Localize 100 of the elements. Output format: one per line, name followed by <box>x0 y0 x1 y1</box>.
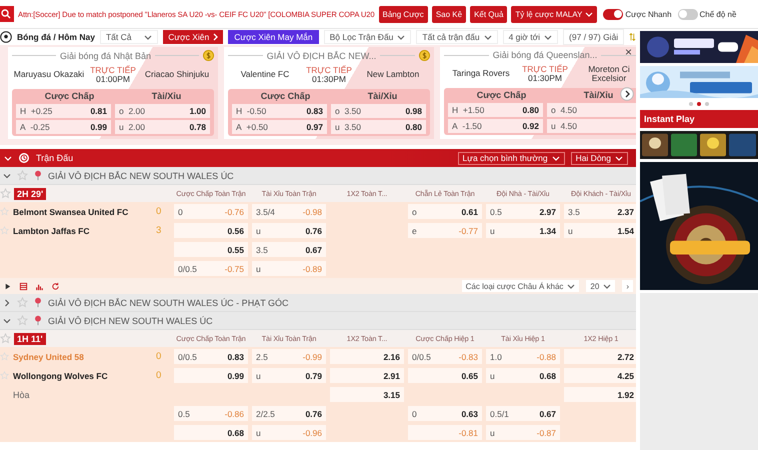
odds-button[interactable]: u 0.68 <box>486 368 560 383</box>
odds-button[interactable]: 0.68 <box>174 425 248 440</box>
top-button[interactable]: Sao Kê <box>432 6 466 22</box>
odds-button[interactable]: 4.25 <box>564 368 638 383</box>
filter-dropdown[interactable]: Bộ Lọc Trận Đấu <box>324 30 412 44</box>
toggle-switch[interactable] <box>603 8 624 20</box>
filter-dropdown[interactable]: 4 giờ tới <box>502 30 558 44</box>
odds-button[interactable]: H -0.50 0.83 <box>232 104 327 118</box>
odds-button[interactable]: A +0.50 0.97 <box>232 120 327 134</box>
top-button[interactable]: Kết Quả <box>470 6 508 22</box>
odds-button[interactable]: 0.99 <box>174 368 248 383</box>
play-icon[interactable] <box>3 282 12 290</box>
league-count[interactable]: (97 / 97) Giải <box>563 29 624 45</box>
odds-button[interactable]: 0/0.5 -0.75 <box>174 261 248 276</box>
expanded-chevron-icon[interactable] <box>3 172 11 180</box>
toggle-label: Cược Nhanh <box>625 10 672 18</box>
odds-button[interactable]: 0.5 -0.86 <box>174 406 248 421</box>
view-dropdown[interactable]: Lựa chọn bình thường <box>458 152 565 164</box>
league-row[interactable]: GIẢI VÔ ĐỊCH BẮC NEW SOUTH WALES ÚC - PHẠT GÓC <box>0 294 636 312</box>
odds-button[interactable]: 2.91 <box>330 368 404 383</box>
odds-button[interactable]: 3.5/4 -0.98 <box>252 204 326 219</box>
odds-button[interactable]: 2.16 <box>330 349 404 364</box>
odds-button[interactable]: A -1.50 0.92 <box>448 119 543 133</box>
star-icon[interactable] <box>17 297 28 308</box>
odds-button[interactable]: o 3.50 0.98 <box>331 104 426 118</box>
star-icon[interactable] <box>17 315 28 326</box>
odds-button[interactable]: 2/2.5 0.76 <box>252 406 326 421</box>
odds-button[interactable]: u 0.79 <box>252 368 326 383</box>
lucky-parlay-button[interactable]: Cược Xiên May Mắn <box>228 30 319 44</box>
more-bets-dropdown[interactable]: Các loại cược Châu Á khác <box>462 280 580 292</box>
collapsed-chevron-icon[interactable] <box>3 298 11 306</box>
star-icon[interactable] <box>0 333 11 344</box>
caret-icon <box>144 34 152 40</box>
next-arrow-button[interactable] <box>620 87 634 101</box>
odds-button[interactable]: 0 -0.76 <box>174 204 248 219</box>
odds-button[interactable]: u 3.50 0.80 <box>331 120 426 134</box>
odds-button[interactable]: u 4.50 <box>547 119 636 133</box>
odds-button[interactable]: 0/0.5 -0.83 <box>408 349 482 364</box>
refresh-icon[interactable] <box>51 282 60 290</box>
odds-button[interactable]: 3.5 2.37 <box>564 204 638 219</box>
carousel-dot[interactable] <box>705 102 709 106</box>
carousel-dot[interactable] <box>689 102 693 106</box>
odds-button[interactable]: o 2.00 1.00 <box>115 104 210 118</box>
featured-match-card[interactable]: GIẢI VÔ ĐỊCH BẮC NEW... Valentine FC TRỰC TIẾP 01:30PM New Lambton Cược Chấp Tài/Xỉu H -0.50 0.83 o 3.50 0.98 A +0.50 0.97 u 3.50 0.80 <box>224 47 434 139</box>
odds-button[interactable]: H +1.50 0.80 <box>448 103 543 117</box>
odds-button[interactable]: H +0.25 0.81 <box>16 104 111 118</box>
odds-button[interactable]: 0.55 <box>174 242 248 257</box>
score: 3 <box>156 225 162 236</box>
team-name: Sydney United 58 <box>13 352 85 362</box>
odds-button[interactable]: o 0.61 <box>408 204 482 219</box>
sort-icon[interactable] <box>629 31 636 43</box>
top-button[interactable]: Tỷ lệ cược MALAY <box>511 6 598 22</box>
star-icon[interactable] <box>0 207 9 216</box>
next-page-button[interactable]: › <box>622 280 633 292</box>
close-button[interactable]: × <box>624 45 632 59</box>
odds-button[interactable]: u 1.34 <box>486 223 560 238</box>
odds-button[interactable]: 0.5 2.97 <box>486 204 560 219</box>
odds-button[interactable]: u 1.54 <box>564 223 638 238</box>
stats-icon[interactable] <box>35 282 44 290</box>
odds-button[interactable]: u -0.89 <box>252 261 326 276</box>
odds-button[interactable]: 3.5 0.67 <box>252 242 326 257</box>
odds-button[interactable]: u 2.00 0.78 <box>115 120 210 134</box>
kickoff-time: 01:30PM <box>312 75 346 84</box>
carousel-dot[interactable] <box>697 102 701 106</box>
odds-button[interactable]: 3.15 <box>330 387 404 402</box>
market-dropdown[interactable]: Tất Cả <box>100 30 158 44</box>
odds-button[interactable]: u -0.96 <box>252 425 326 440</box>
odds-button[interactable]: 1.0 -0.88 <box>486 349 560 364</box>
score: 0 <box>156 351 162 362</box>
odds-button[interactable]: 0/0.5 0.83 <box>174 349 248 364</box>
odds-button[interactable]: A -0.25 0.99 <box>16 120 111 134</box>
odds-button[interactable]: 2.72 <box>564 349 638 364</box>
star-icon[interactable] <box>0 352 9 361</box>
expanded-chevron-icon[interactable] <box>3 316 11 324</box>
filter-dropdown[interactable]: Tất cả trận đấu <box>416 30 498 44</box>
star-icon[interactable] <box>0 188 11 199</box>
star-icon[interactable] <box>0 226 9 235</box>
star-icon[interactable] <box>0 371 9 380</box>
odds-button[interactable]: 0.56 <box>174 223 248 238</box>
odds-button[interactable]: o 4.50 <box>547 103 636 117</box>
league-row[interactable]: GIẢI VÔ ĐỊCH BẮC NEW SOUTH WALES ÚC <box>0 167 636 185</box>
top-button[interactable]: Bảng Cược <box>378 6 428 22</box>
odds-button[interactable]: 0.5/1 0.67 <box>486 406 560 421</box>
odds-button[interactable]: u -0.87 <box>486 425 560 440</box>
toggle-label: Chế độ nề <box>700 10 736 18</box>
odds-button[interactable]: u 0.76 <box>252 223 326 238</box>
list-icon[interactable] <box>19 282 28 290</box>
parlay-button[interactable]: Cược Xiên <box>163 30 224 44</box>
league-row[interactable]: GIẢI VÔ ĐỊCH NEW SOUTH WALES ÚC <box>0 312 636 330</box>
star-icon[interactable] <box>17 170 28 181</box>
search-icon[interactable] <box>0 6 14 22</box>
toggle-switch[interactable] <box>678 8 698 20</box>
odds-button[interactable]: e -0.77 <box>408 223 482 238</box>
page-size-dropdown[interactable]: 20 <box>586 280 616 292</box>
odds-button[interactable]: 0.65 <box>408 368 482 383</box>
odds-button[interactable]: 1.92 <box>564 387 638 402</box>
rows-dropdown[interactable]: Hai Dòng <box>570 152 628 164</box>
odds-button[interactable]: 0 0.63 <box>408 406 482 421</box>
collapse-icon[interactable] <box>4 156 12 160</box>
odds-button[interactable]: 2.5 -0.99 <box>252 349 326 364</box>
